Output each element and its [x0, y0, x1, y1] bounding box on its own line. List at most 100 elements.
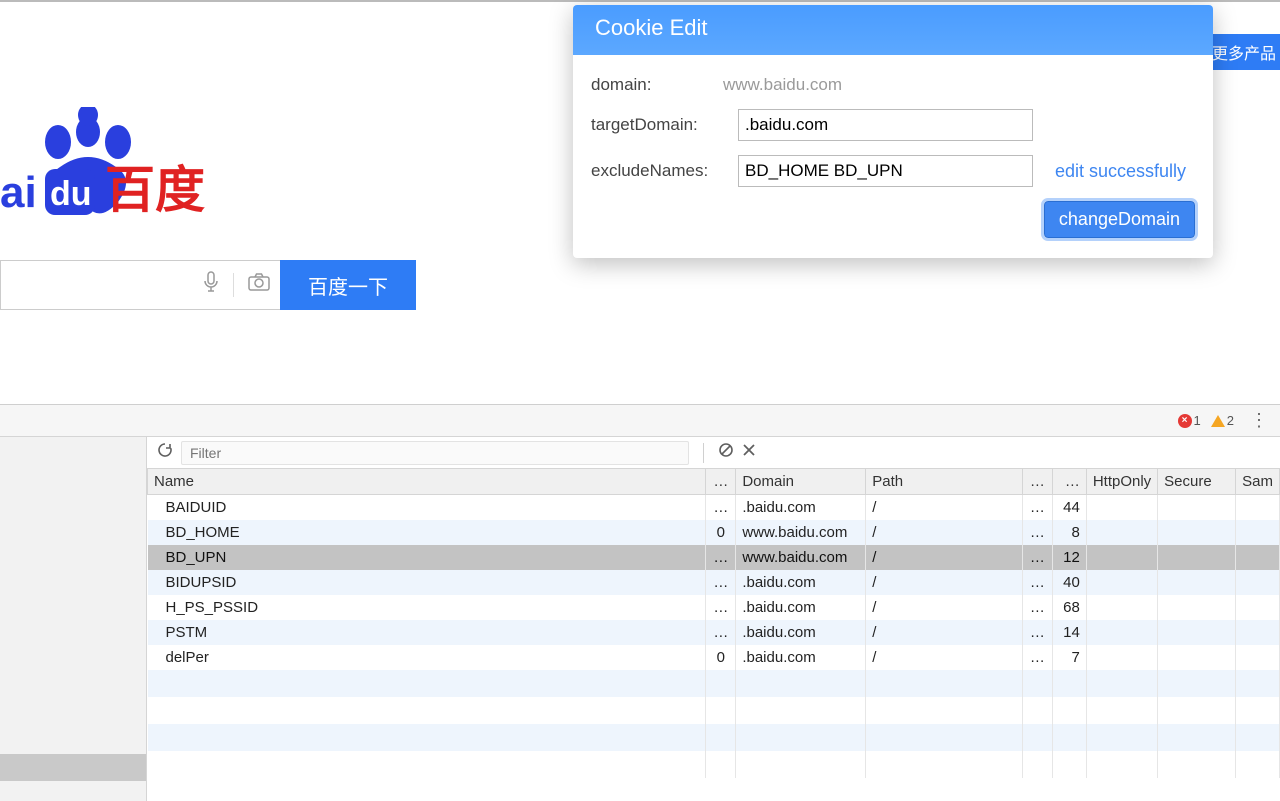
cell-domain: .baidu.com	[736, 645, 866, 670]
cell-secure	[1158, 620, 1236, 645]
cell-samesite	[1236, 595, 1280, 620]
cell-expires: …	[1022, 645, 1052, 670]
cell-name: BIDUPSID	[148, 570, 706, 595]
cell-httponly	[1086, 495, 1157, 521]
domain-label: domain:	[591, 75, 711, 95]
col-name[interactable]: Name	[148, 469, 706, 495]
microphone-icon[interactable]	[203, 271, 219, 299]
cookies-table: Name … Domain Path … … HttpOnly Secure S…	[147, 469, 1280, 801]
table-row[interactable]: BIDUPSID….baidu.com/…40	[148, 570, 1280, 595]
table-row[interactable]: delPer0.baidu.com/…7	[148, 645, 1280, 670]
cell-samesite	[1236, 545, 1280, 570]
popup-body: domain: www.baidu.com targetDomain: excl…	[573, 55, 1213, 258]
col-value[interactable]: …	[706, 469, 736, 495]
table-row[interactable]: BD_UPN…www.baidu.com/…12	[148, 545, 1280, 570]
cell-size: 40	[1052, 570, 1086, 595]
svg-text:du: du	[50, 175, 92, 213]
cell-size: 44	[1052, 495, 1086, 521]
cell-size: 68	[1052, 595, 1086, 620]
col-httponly[interactable]: HttpOnly	[1086, 469, 1157, 495]
cookie-edit-popup: Cookie Edit domain: www.baidu.com target…	[573, 5, 1213, 258]
filter-input[interactable]	[181, 441, 689, 465]
cell-secure	[1158, 520, 1236, 545]
devtools-sidebar[interactable]	[0, 437, 147, 801]
cell-size: 8	[1052, 520, 1086, 545]
cell-secure	[1158, 545, 1236, 570]
delete-icon[interactable]	[742, 443, 756, 462]
exclude-names-label: excludeNames:	[591, 161, 726, 181]
cell-secure	[1158, 645, 1236, 670]
table-row[interactable]: BD_HOME0www.baidu.com/…8	[148, 520, 1280, 545]
table-row-empty	[148, 670, 1280, 697]
cell-domain: www.baidu.com	[736, 520, 866, 545]
cell-secure	[1158, 570, 1236, 595]
cell-expires: …	[1022, 570, 1052, 595]
cell-secure	[1158, 595, 1236, 620]
cell-path: /	[866, 645, 1023, 670]
cell-value: …	[706, 595, 736, 620]
cell-samesite	[1236, 495, 1280, 521]
cell-httponly	[1086, 520, 1157, 545]
cell-name: delPer	[148, 645, 706, 670]
more-products-button[interactable]: 更多产品	[1204, 34, 1280, 70]
cell-name: PSTM	[148, 620, 706, 645]
target-domain-input[interactable]	[738, 109, 1033, 141]
clear-icon[interactable]	[718, 442, 734, 463]
col-secure[interactable]: Secure	[1158, 469, 1236, 495]
table-row[interactable]: H_PS_PSSID….baidu.com/…68	[148, 595, 1280, 620]
col-domain[interactable]: Domain	[736, 469, 866, 495]
sidebar-selected-item[interactable]	[0, 754, 146, 781]
cell-expires: …	[1022, 520, 1052, 545]
status-text: edit successfully	[1055, 161, 1186, 182]
change-domain-button[interactable]: changeDomain	[1044, 201, 1195, 238]
warning-badge[interactable]: 2	[1211, 413, 1234, 428]
search-button[interactable]: 百度一下	[280, 260, 416, 310]
cell-domain: www.baidu.com	[736, 545, 866, 570]
baidu-logo: ai du 百度	[0, 107, 230, 217]
devtools-main: Name … Domain Path … … HttpOnly Secure S…	[0, 437, 1280, 801]
svg-text:ai: ai	[0, 168, 37, 217]
col-samesite[interactable]: Sam	[1236, 469, 1280, 495]
cell-path: /	[866, 570, 1023, 595]
error-icon: ×	[1178, 414, 1192, 428]
cell-path: /	[866, 520, 1023, 545]
cell-expires: …	[1022, 495, 1052, 521]
col-size[interactable]: …	[1052, 469, 1086, 495]
cell-value: …	[706, 545, 736, 570]
cell-samesite	[1236, 645, 1280, 670]
cell-path: /	[866, 495, 1023, 521]
cell-name: BAIDUID	[148, 495, 706, 521]
cell-httponly	[1086, 620, 1157, 645]
cell-domain: .baidu.com	[736, 570, 866, 595]
camera-icon[interactable]	[248, 273, 270, 297]
search-bar: 百度一下	[0, 260, 416, 310]
cell-domain: .baidu.com	[736, 620, 866, 645]
col-path[interactable]: Path	[866, 469, 1023, 495]
warning-icon	[1211, 415, 1225, 427]
devtools-topbar: × 1 2 ⋮	[0, 405, 1280, 437]
cell-httponly	[1086, 645, 1157, 670]
cell-domain: .baidu.com	[736, 595, 866, 620]
col-expires[interactable]: …	[1022, 469, 1052, 495]
cell-domain: .baidu.com	[736, 495, 866, 521]
target-domain-label: targetDomain:	[591, 115, 726, 135]
refresh-icon[interactable]	[157, 442, 173, 463]
domain-value: www.baidu.com	[723, 75, 842, 95]
search-input[interactable]	[0, 260, 280, 310]
divider	[703, 443, 704, 463]
table-row-empty	[148, 751, 1280, 778]
kebab-icon[interactable]: ⋮	[1244, 410, 1274, 431]
cell-httponly	[1086, 545, 1157, 570]
exclude-names-input[interactable]	[738, 155, 1033, 187]
cell-size: 12	[1052, 545, 1086, 570]
page-top: 更多产品 ai du 百度 百度一下	[0, 0, 1280, 400]
devtools-toolbar	[147, 437, 1280, 469]
error-badge[interactable]: × 1	[1178, 413, 1201, 428]
table-row[interactable]: PSTM….baidu.com/…14	[148, 620, 1280, 645]
devtools-panel: × 1 2 ⋮	[0, 404, 1280, 800]
cell-samesite	[1236, 520, 1280, 545]
cell-path: /	[866, 595, 1023, 620]
cell-expires: …	[1022, 595, 1052, 620]
cell-value: …	[706, 495, 736, 521]
table-row[interactable]: BAIDUID….baidu.com/…44	[148, 495, 1280, 521]
